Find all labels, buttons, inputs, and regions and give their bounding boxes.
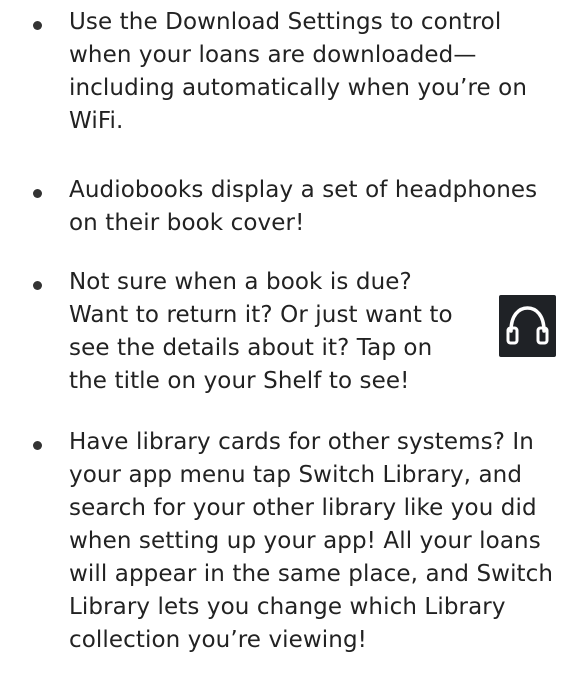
text-line: search for your other library like you d… [69,495,537,521]
text-line: Use the Download Settings to control [69,9,502,35]
text-line: your app menu tap Switch Library, and [69,462,523,488]
text-line: the title on your Shelf to see! [69,368,410,394]
text-line: including automatically when you’re on [69,75,528,101]
list-item-text: Use the Download Settings to control whe… [69,6,527,138]
bullet-icon [33,21,42,30]
text-line: Want to return it? Or just want to [69,302,453,328]
headphones-icon [499,295,556,357]
text-line: on their book cover! [69,210,305,236]
text-line: Library lets you change which Library [69,594,506,620]
list-item-text: Not sure when a book is due? Want to ret… [69,266,453,398]
list-item-text: Have library cards for other systems? In… [69,426,553,657]
bullet-icon [33,441,42,450]
text-line: when your loans are downloaded— [69,42,477,68]
text-line: Audiobooks display a set of headphones [69,177,538,203]
text-line: collection you’re viewing! [69,627,367,653]
text-line: Have library cards for other systems? In [69,429,534,455]
text-line: see the details about it? Tap on [69,335,433,361]
text-line: Not sure when a book is due? [69,269,412,295]
bullet-icon [33,281,42,290]
document-page: Use the Download Settings to control whe… [0,0,566,674]
list-item-text: Audiobooks display a set of headphones o… [69,174,537,240]
text-line: will appear in the same place, and Switc… [69,561,554,587]
text-line: when setting up your app! All your loans [69,528,541,554]
bullet-icon [33,189,42,198]
text-line: WiFi. [69,108,124,134]
